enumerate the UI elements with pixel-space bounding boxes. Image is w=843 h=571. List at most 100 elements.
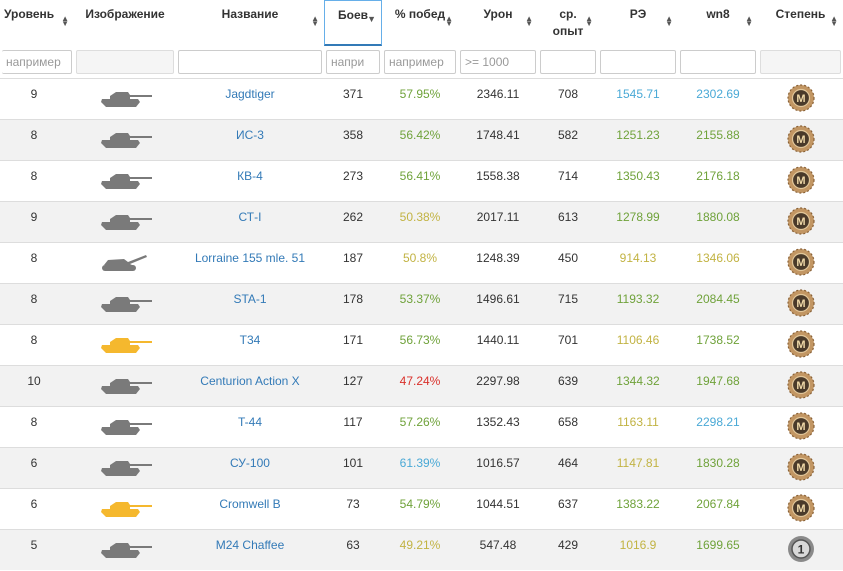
sort-icon[interactable]: ▲ ▼ (445, 15, 453, 28)
table-row[interactable]: 9 Jagdtiger 371 57.95% 2346.11 708 1545.71 2302… (0, 78, 843, 119)
battles-cell: 73 (346, 497, 360, 511)
mastery-cell: M (758, 202, 843, 242)
vehicle-name-link[interactable]: M24 Chaffee (176, 530, 324, 570)
avg-exp-cell: 714 (557, 169, 579, 183)
svg-text:M: M (796, 216, 805, 228)
mastery-filter-cell (758, 46, 843, 78)
mastery-badge-icon: M (786, 330, 815, 358)
battles-cell: 358 (342, 128, 364, 142)
table-row[interactable]: 8 ИС-3 358 56.42% 1748.41 582 1251.23 2155.88 M (0, 119, 843, 160)
table-row[interactable]: 8 STA-1 178 53.37% 1496.61 715 1193.32 2084.45 M (0, 283, 843, 324)
sort-icon[interactable]: ▲ ▼ (745, 15, 753, 28)
tier-cell: 10 (27, 374, 41, 388)
table-row[interactable]: 6 СУ-100 101 61.39% 1016.57 464 1147.81 1830.28… (0, 447, 843, 488)
svg-text:M: M (796, 462, 805, 474)
battles-filter[interactable] (326, 50, 380, 74)
svg-text:M: M (796, 134, 805, 146)
vehicle-name-link[interactable]: T-44 (176, 407, 324, 447)
wn8-filter[interactable] (680, 50, 756, 74)
table-row[interactable]: 6 Cromwell B 73 54.79% 1044.51 637 1383.22 2067… (0, 488, 843, 529)
exp-filter[interactable] (540, 50, 596, 74)
tier-cell: 8 (30, 292, 38, 306)
image-cell (74, 161, 176, 201)
table-row[interactable]: 8 Lorraine 155 mle. 51 187 50.8% 1248.39 450 9… (0, 242, 843, 283)
damage-cell: 547.48 (479, 538, 517, 552)
battles-filter-cell (324, 46, 382, 78)
mastery-cell: M (758, 407, 843, 447)
filter-row (0, 46, 843, 78)
re-cell: 914.13 (619, 251, 657, 265)
table-row[interactable]: 5 M24 Chaffee 63 49.21% 547.48 429 1016.9 1699.… (0, 529, 843, 570)
header-tier[interactable]: Уровень ▲ ▼ (0, 0, 74, 46)
svg-text:M: M (796, 93, 805, 105)
mastery-cell: M (758, 243, 843, 283)
table-row[interactable]: 8 T-44 117 57.26% 1352.43 658 1163.11 2298.21 M (0, 406, 843, 447)
header-image-label: Изображение (85, 7, 165, 21)
battles-cell: 117 (343, 415, 363, 429)
re-filter-cell (598, 46, 678, 78)
wn8-cell: 2298.21 (696, 415, 740, 429)
wn8-cell: 2155.88 (696, 128, 740, 142)
table-row[interactable]: 10 Centurion Action X 127 47.24% 2297.98 639 1… (0, 365, 843, 406)
sort-icon[interactable]: ▲ ▼ (525, 15, 533, 28)
header-re[interactable]: РЭ ▲ ▼ (598, 0, 678, 46)
table-row[interactable]: 9 СТ-I 262 50.38% 2017.11 613 1278.99 1880.08 M (0, 201, 843, 242)
damage-filter[interactable] (460, 50, 536, 74)
re-filter[interactable] (600, 50, 676, 74)
mastery-cell: M (758, 284, 843, 324)
header-name[interactable]: Название ▲ ▼ (176, 0, 324, 46)
winrate-cell: 50.8% (402, 251, 438, 265)
sort-icon[interactable]: ▲ ▼ (311, 15, 319, 28)
damage-cell: 2297.98 (476, 374, 520, 388)
re-cell: 1545.71 (616, 87, 660, 101)
table-row[interactable]: 8 КВ-4 273 56.41% 1558.38 714 1350.43 2176.18 M (0, 160, 843, 201)
battles-cell: 101 (342, 456, 364, 470)
vehicle-name-link[interactable]: STA-1 (176, 284, 324, 324)
wn8-filter-cell (678, 46, 758, 78)
vehicle-name-link[interactable]: СУ-100 (176, 448, 324, 488)
header-damage[interactable]: Урон ▲ ▼ (458, 0, 538, 46)
sort-desc-icon[interactable]: ▼ (367, 15, 376, 24)
avg-exp-cell: 708 (557, 87, 579, 101)
header-tier-label: Уровень (4, 7, 55, 21)
svg-text:M: M (796, 503, 805, 515)
damage-cell: 1748.41 (476, 128, 520, 142)
mastery-cell: 1 (758, 530, 843, 570)
vehicle-name-link[interactable]: ИС-3 (176, 120, 324, 160)
vehicle-name-link[interactable]: Cromwell B (176, 489, 324, 529)
sort-icon[interactable]: ▲ ▼ (585, 15, 593, 28)
vehicle-name-link[interactable]: Jagdtiger (176, 79, 324, 119)
winrate-filter[interactable] (384, 50, 456, 74)
header-winrate[interactable]: % побед ▲ ▼ (382, 0, 458, 46)
mastery-cell: M (758, 366, 843, 406)
vehicle-stats-table: Уровень ▲ ▼ Изображение Название ▲ ▼ Боев ▼% поб… (0, 0, 843, 570)
vehicle-name-link[interactable]: T34 (176, 325, 324, 365)
mastery-cell: M (758, 325, 843, 365)
header-avg-exp[interactable]: ср. опыт ▲ ▼ (538, 0, 598, 46)
battles-cell: 371 (342, 87, 364, 101)
vehicle-name-link[interactable]: СТ-I (176, 202, 324, 242)
table-row[interactable]: 8 T34 171 56.73% 1440.11 701 1106.46 1738.52 M (0, 324, 843, 365)
vehicle-name-link[interactable]: Lorraine 155 mle. 51 (176, 243, 324, 283)
header-mastery[interactable]: Степень ▲ ▼ (758, 0, 843, 46)
winrate-cell: 50.38% (399, 210, 441, 224)
mastery-badge-icon: M (786, 371, 815, 399)
name-filter[interactable] (178, 50, 322, 74)
re-cell: 1163.11 (617, 415, 659, 429)
header-wn8[interactable]: wn8 ▲ ▼ (678, 0, 758, 46)
wn8-cell: 1738.52 (696, 333, 740, 347)
battles-cell: 187 (342, 251, 364, 265)
tier-filter[interactable] (2, 50, 72, 74)
avg-exp-cell: 450 (557, 251, 579, 265)
battles-cell: 127 (342, 374, 364, 388)
wn8-cell: 1699.65 (696, 538, 740, 552)
vehicle-name-link[interactable]: КВ-4 (176, 161, 324, 201)
avg-exp-cell: 429 (557, 538, 579, 552)
header-battles[interactable]: Боев ▼ (324, 0, 382, 46)
sort-icon[interactable]: ▲ ▼ (830, 15, 838, 28)
sort-icon[interactable]: ▲ ▼ (665, 15, 673, 28)
vehicle-name-link[interactable]: Centurion Action X (176, 366, 324, 406)
tank-icon (94, 169, 156, 191)
sort-icon[interactable]: ▲ ▼ (61, 15, 69, 28)
table-body: 9 Jagdtiger 371 57.95% 2346.11 708 1545.71 2302… (0, 78, 843, 570)
